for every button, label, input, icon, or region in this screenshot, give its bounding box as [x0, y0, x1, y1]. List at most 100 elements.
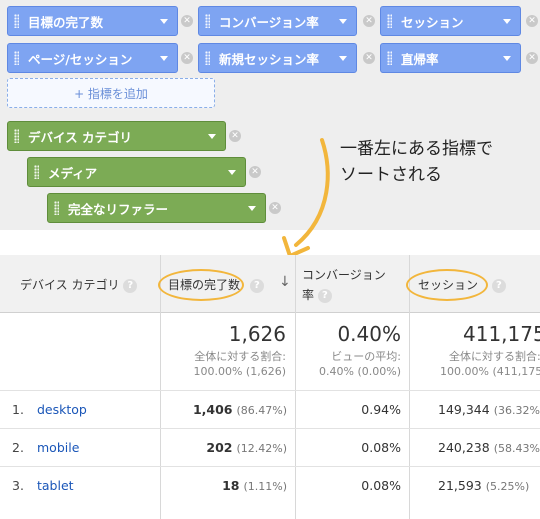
- chevron-down-icon[interactable]: [160, 55, 168, 61]
- remove-metric-icon[interactable]: ✕: [363, 15, 375, 27]
- highlight-oval: [406, 269, 488, 301]
- row-goal-pct: (12.42%): [236, 442, 287, 455]
- row-index: 3.: [12, 478, 24, 493]
- total-conv-sub2: 0.40% (0.00%): [319, 365, 401, 378]
- metric-chip-sessions[interactable]: セッション: [380, 6, 521, 36]
- highlight-oval: [158, 269, 244, 301]
- drag-handle-icon[interactable]: [205, 51, 210, 65]
- chevron-down-icon[interactable]: [503, 55, 511, 61]
- annotation-line-2: ソートされる: [340, 165, 442, 185]
- row-index: 1.: [12, 402, 24, 417]
- annotation-note: 一番左にある指標で ソートされる: [340, 136, 493, 188]
- row-goal-value: 202: [206, 440, 233, 455]
- row-sessions-value: 21,593: [438, 478, 482, 493]
- dimension-chip-full-referrer[interactable]: 完全なリファラー: [47, 193, 266, 223]
- row-conv-value: 0.08%: [361, 440, 401, 455]
- row-dimension-link[interactable]: desktop: [37, 391, 87, 429]
- row-sessions-pct: (5.25%): [485, 480, 530, 493]
- report-table: デバイス カテゴリ ? 目標の完了数 ? ↓ コンバージョン 率 ? セッション…: [0, 255, 540, 519]
- help-icon[interactable]: ?: [249, 278, 264, 293]
- help-icon[interactable]: ?: [317, 288, 332, 303]
- drag-handle-icon[interactable]: [14, 14, 19, 28]
- row-sessions-value: 149,344: [438, 402, 490, 417]
- row-sessions-pct: (58.43%): [493, 442, 540, 455]
- table-row: 2. mobile 202 (12.42%) 0.08% 240,238 (58…: [0, 428, 540, 466]
- drag-handle-icon[interactable]: [14, 51, 19, 65]
- chevron-down-icon[interactable]: [339, 18, 347, 24]
- row-goal-cell: 202 (12.42%): [160, 429, 287, 467]
- help-icon[interactable]: ?: [123, 278, 138, 293]
- annotation-arrow-icon: [282, 138, 330, 258]
- row-sessions-cell: 149,344 (36.32%): [438, 391, 540, 429]
- metric-chip-label: セッション: [401, 14, 464, 30]
- row-sessions-cell: 240,238 (58.43%): [438, 429, 540, 467]
- dimension-chip-medium[interactable]: メディア: [27, 157, 246, 187]
- total-sessions-value: 411,175: [463, 322, 540, 346]
- remove-dimension-icon[interactable]: ✕: [229, 130, 241, 142]
- chevron-down-icon[interactable]: [228, 169, 236, 175]
- remove-metric-icon[interactable]: ✕: [526, 52, 538, 64]
- total-goal-sub1: 全体に対する割合:: [194, 350, 286, 363]
- row-conv-value: 0.08%: [361, 478, 401, 493]
- total-sessions-sub1: 全体に対する割合:: [449, 350, 540, 363]
- metric-chip-label: 直帰率: [401, 51, 439, 67]
- chevron-down-icon[interactable]: [503, 18, 511, 24]
- metric-chip-conversion-rate[interactable]: コンバージョン率: [198, 6, 357, 36]
- total-goal-sub2: 100.00% (1,626): [193, 365, 286, 378]
- row-goal-cell: 1,406 (86.47%): [160, 391, 287, 429]
- row-goal-value: 1,406: [192, 402, 233, 417]
- column-header-label: デバイス カテゴリ: [20, 278, 120, 292]
- chevron-down-icon[interactable]: [248, 205, 256, 211]
- remove-metric-icon[interactable]: ✕: [363, 52, 375, 64]
- chevron-down-icon[interactable]: [160, 18, 168, 24]
- table-row: 1. desktop 1,406 (86.47%) 0.94% 149,344 …: [0, 390, 540, 428]
- drag-handle-icon[interactable]: [34, 165, 39, 179]
- row-conv-value: 0.94%: [361, 402, 401, 417]
- total-conv-value: 0.40%: [337, 322, 401, 346]
- row-index: 2.: [12, 440, 24, 455]
- metric-chip-pages-per-session[interactable]: ページ/セッション: [7, 43, 178, 73]
- drag-handle-icon[interactable]: [54, 201, 59, 215]
- sort-descending-icon[interactable]: ↓: [279, 274, 291, 290]
- row-dimension-link[interactable]: tablet: [37, 467, 74, 505]
- row-sessions-cell: 21,593 (5.25%): [438, 467, 529, 505]
- row-goal-cell: 18 (1.11%): [160, 467, 287, 505]
- annotation-line-1: 一番左にある指標で: [340, 139, 493, 159]
- metric-chip-label: 目標の完了数: [28, 14, 104, 30]
- dimension-chip-label: メディア: [48, 165, 98, 181]
- dimension-chip-device-category[interactable]: デバイス カテゴリ: [7, 121, 226, 151]
- drag-handle-icon[interactable]: [14, 129, 19, 143]
- column-header-label: コンバージョン: [302, 268, 386, 282]
- row-sessions-pct: (36.32%): [493, 404, 540, 417]
- add-metric-button[interactable]: + 指標を追加: [7, 78, 215, 108]
- metric-chip-bounce-rate[interactable]: 直帰率: [380, 43, 521, 73]
- column-header-label: 率: [302, 288, 315, 302]
- metric-chip-label: 新規セッション率: [219, 51, 320, 67]
- metric-chip-label: コンバージョン率: [219, 14, 319, 30]
- remove-metric-icon[interactable]: ✕: [181, 15, 193, 27]
- dimension-chip-label: デバイス カテゴリ: [28, 129, 132, 145]
- remove-metric-icon[interactable]: ✕: [526, 15, 538, 27]
- help-icon[interactable]: ?: [491, 278, 506, 293]
- drag-handle-icon[interactable]: [205, 14, 210, 28]
- chevron-down-icon[interactable]: [339, 55, 347, 61]
- row-goal-value: 18: [222, 478, 240, 493]
- row-sessions-value: 240,238: [438, 440, 490, 455]
- column-header-conversion-rate[interactable]: コンバージョン 率 ?: [302, 265, 386, 305]
- row-dimension-link[interactable]: mobile: [37, 429, 79, 467]
- table-row: 3. tablet 18 (1.11%) 0.08% 21,593 (5.25%…: [0, 466, 540, 504]
- remove-metric-icon[interactable]: ✕: [181, 52, 193, 64]
- row-goal-pct: (86.47%): [236, 404, 287, 417]
- total-goal-value: 1,626: [228, 322, 286, 346]
- drag-handle-icon[interactable]: [387, 14, 392, 28]
- chevron-down-icon[interactable]: [208, 133, 216, 139]
- drag-handle-icon[interactable]: [387, 51, 392, 65]
- dimension-chip-label: 完全なリファラー: [68, 201, 169, 217]
- metric-chip-goal-completions[interactable]: 目標の完了数: [7, 6, 178, 36]
- remove-dimension-icon[interactable]: ✕: [249, 166, 261, 178]
- metric-chip-new-session-rate[interactable]: 新規セッション率: [198, 43, 357, 73]
- column-header-device-category[interactable]: デバイス カテゴリ ?: [20, 276, 138, 293]
- total-sessions-sub2: 100.00% (411,175): [440, 365, 540, 378]
- total-conv-sub1: ビューの平均:: [331, 350, 401, 363]
- metric-chip-label: ページ/セッション: [28, 51, 133, 67]
